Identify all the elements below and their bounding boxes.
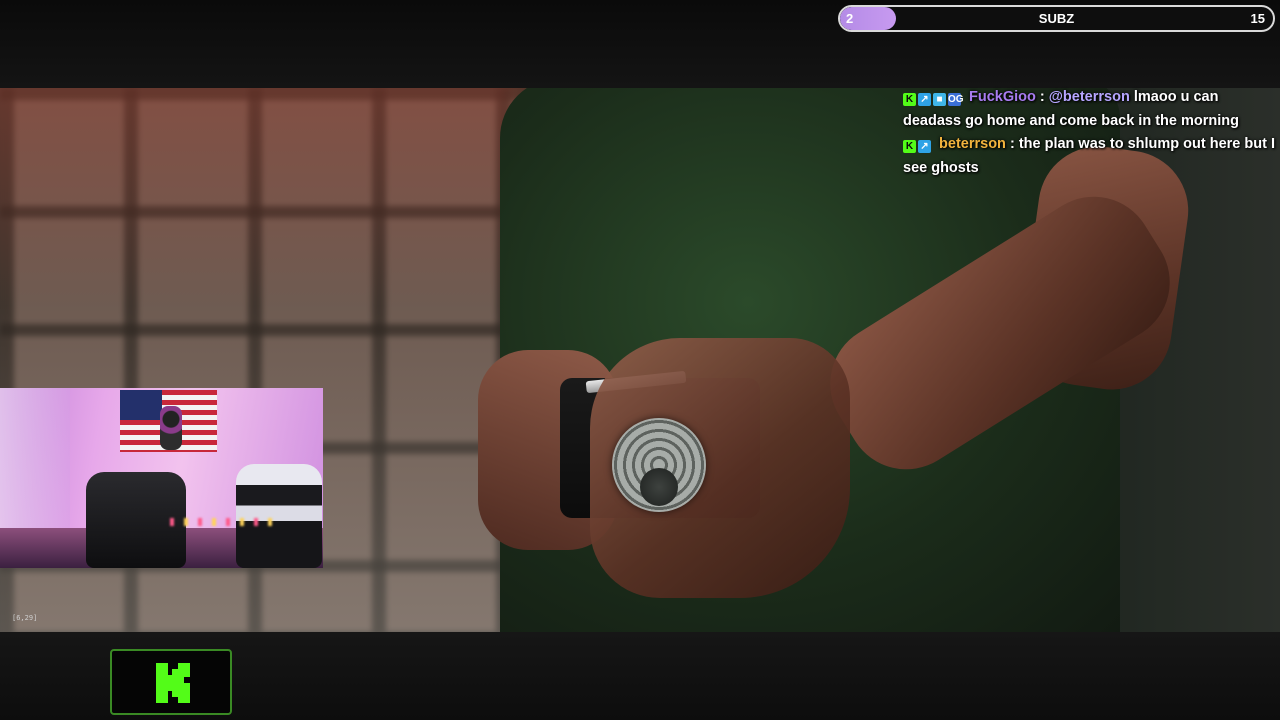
coordinate-readout: [6,29] (12, 614, 38, 622)
chat-overlay: K ↗ ■ OG FuckGioo : @beterrson lmaoo u can … (903, 86, 1280, 180)
kick-logo (110, 649, 232, 715)
arrow-badge-icon: ↗ (918, 140, 931, 153)
arrow-badge-icon: ↗ (918, 93, 931, 106)
kick-logo-icon (156, 663, 190, 703)
kick-badge-icon: K (903, 93, 916, 106)
chat-message: K ↗ ■ OG FuckGioo : @beterrson lmaoo u can … (903, 86, 1280, 133)
cube-badge-icon: ■ (933, 93, 946, 106)
kick-badge-icon: K (903, 140, 916, 153)
camera-lens-center (640, 468, 678, 506)
chat-colon: : (1035, 89, 1049, 105)
flag-union (120, 390, 162, 420)
chat-username[interactable]: FuckGioo (969, 89, 1036, 105)
og-badge-icon: OG (948, 93, 964, 106)
sub-goal-label: SUBZ (1038, 11, 1075, 26)
chat-colon: : (1005, 136, 1019, 152)
sub-goal-bar: 2 SUBZ 15 (838, 5, 1275, 32)
flag-emblem (160, 406, 182, 450)
sub-goal-target: 15 (1250, 11, 1265, 26)
led-lights (170, 518, 280, 526)
gaming-chair-right (236, 464, 322, 568)
webcam-overlay (0, 388, 323, 568)
chat-message: K ↗ beterrson : the plan was to shlump ou… (903, 133, 1280, 180)
chat-username[interactable]: beterrson (939, 136, 1006, 152)
chat-mention[interactable]: @beterrson (1049, 89, 1130, 105)
